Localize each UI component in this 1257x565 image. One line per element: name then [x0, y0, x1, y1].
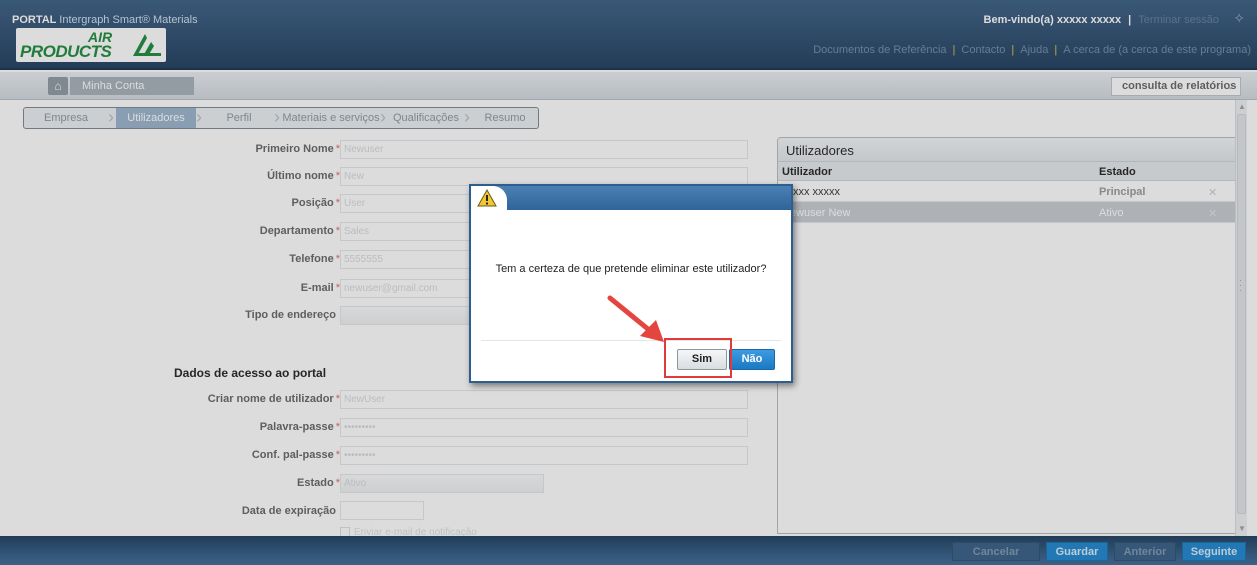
pointer-arrow-icon: [607, 295, 664, 342]
dialog-icon-tab: [471, 186, 507, 210]
highlight-box: [664, 338, 732, 378]
no-button[interactable]: Não: [729, 349, 775, 370]
dialog-title-bar: [471, 186, 791, 210]
dialog-message: Tem a certeza de que pretende eliminar e…: [495, 263, 767, 275]
confirm-delete-dialog: Tem a certeza de que pretende eliminar e…: [469, 184, 793, 383]
warning-icon: [477, 189, 497, 207]
